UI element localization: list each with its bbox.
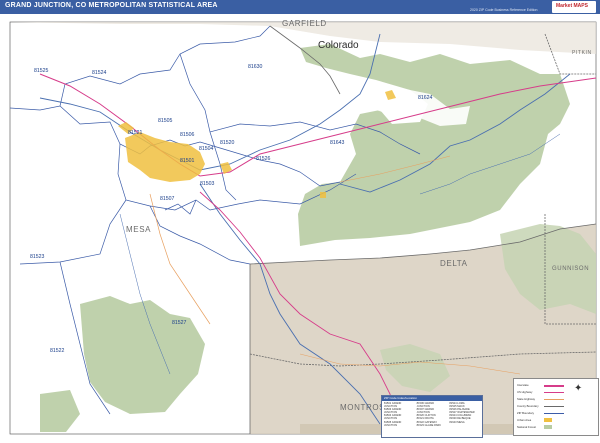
county-label-mesa: MESA xyxy=(126,225,151,234)
zip-label: 81520 xyxy=(220,140,235,146)
urban-area-swatch xyxy=(544,418,552,422)
zip-label: 81624 xyxy=(418,95,433,101)
map-key: Interstate US Highway State Highway Coun… xyxy=(513,378,599,436)
county-label-gunnison: GUNNISON xyxy=(552,266,589,272)
key-label: State Highway xyxy=(517,397,536,401)
key-label: ZIP Boundary xyxy=(517,411,535,415)
zip-label: 81630 xyxy=(248,64,263,70)
state-highway-swatch xyxy=(544,399,564,400)
county-boundary-swatch xyxy=(544,406,564,407)
us-highway-swatch xyxy=(544,392,564,393)
zip-label: 81507 xyxy=(160,196,175,202)
zip-label: 81505 xyxy=(158,118,173,124)
interstate-swatch xyxy=(544,385,564,387)
zip-label: 81526 xyxy=(256,156,271,162)
zip-label: 81501 xyxy=(180,158,195,164)
county-label-delta: DELTA xyxy=(440,259,468,268)
brand-logo-text: Market MAPS xyxy=(556,3,588,9)
zip-label: 81643 xyxy=(330,140,345,146)
zip-index-entry: 81643 MESA xyxy=(449,420,465,424)
map-title: GRAND JUNCTION, CO METROPOLITAN STATISTI… xyxy=(5,2,218,9)
map-edition: 2020 ZIP Code Business Reference Edition xyxy=(470,8,538,12)
county-label-garfield: GARFIELD xyxy=(282,19,327,28)
mesa-town-urban-area xyxy=(320,192,326,198)
zip-index-list: 81501 GRAND JUNCTION 81503 GRAND JUNCTIO… xyxy=(382,401,482,428)
zip-label: 81525 xyxy=(34,68,49,74)
zip-label: 81524 xyxy=(92,70,107,76)
zip-label: 81521 xyxy=(128,130,143,136)
key-label: County Boundary xyxy=(517,404,539,408)
zip-label: 81527 xyxy=(172,320,187,326)
zip-label: 81503 xyxy=(200,181,215,187)
title-bar: GRAND JUNCTION, CO METROPOLITAN STATISTI… xyxy=(0,0,600,14)
map-frame[interactable]: Colorado MESA DELTA GARFIELD MONTROSE GU… xyxy=(0,14,600,438)
national-forest-swatch xyxy=(544,425,552,429)
zip-index-legend: ZIP Code Index/Location 81501 GRAND JUNC… xyxy=(381,395,483,438)
state-label: Colorado xyxy=(318,40,359,51)
map-canvas[interactable]: Colorado MESA DELTA GARFIELD MONTROSE GU… xyxy=(0,14,600,438)
zip-boundary-swatch xyxy=(544,413,564,414)
zip-label: 81504 xyxy=(199,146,214,152)
key-label: Urban Area xyxy=(517,418,532,422)
zip-index-entry: 81505 GRAND JUNCTION xyxy=(384,420,402,427)
key-label: US Highway xyxy=(517,390,533,394)
compass-rose-icon: ✦ xyxy=(574,383,583,394)
key-label: Interstate xyxy=(517,383,529,387)
zip-index-entry: 81523 GLADE PARK xyxy=(416,423,441,427)
zip-label: 81523 xyxy=(30,254,45,260)
zip-label: 81522 xyxy=(50,348,65,354)
key-label: National Forest xyxy=(517,425,536,429)
county-label-pitkin: PITKIN xyxy=(572,50,592,56)
zip-label: 81506 xyxy=(180,132,195,138)
